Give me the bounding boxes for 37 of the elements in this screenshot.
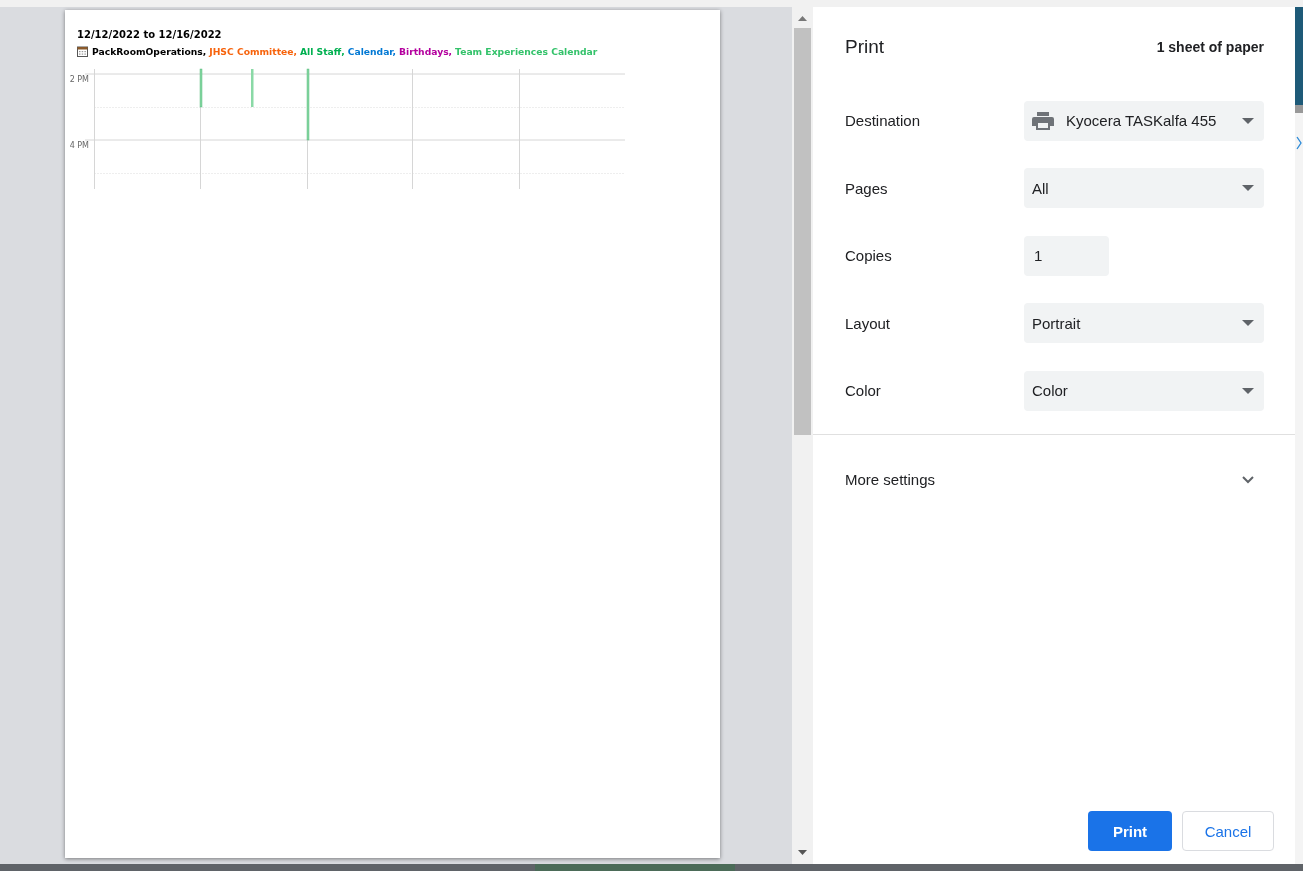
calendar-name: All Staff,	[300, 46, 345, 57]
time-label: 2 PM	[69, 75, 89, 84]
select-field[interactable]: All	[1024, 168, 1264, 209]
setting-label: Copies	[845, 247, 893, 265]
cancel-button[interactable]: Cancel	[1182, 811, 1274, 851]
caret-icon	[1242, 185, 1254, 192]
caret-icon	[1242, 320, 1254, 327]
calendar-name: JHSC Committee,	[209, 46, 297, 57]
more-settings-toggle[interactable]: More settings	[845, 434, 1264, 525]
event-bar	[199, 68, 203, 108]
scrollbar-thumb[interactable]	[794, 28, 811, 435]
calendar-icon	[77, 46, 88, 57]
setting-label: Layout	[845, 314, 892, 332]
calendar-name: Calendar,	[347, 46, 397, 57]
select-field[interactable]: Color	[1024, 370, 1264, 411]
input-field[interactable]: 1	[1024, 235, 1109, 276]
caret-icon	[1242, 117, 1254, 124]
select-field[interactable]: Kyocera TASKalfa 455	[1024, 100, 1264, 141]
select-field[interactable]: Portrait	[1024, 303, 1264, 344]
setting-label: Destination	[845, 112, 922, 130]
print-button[interactable]: Print	[1088, 811, 1172, 851]
caret-icon	[1242, 387, 1254, 394]
scroll-down-arrow-icon[interactable]	[798, 850, 807, 855]
event-bar	[251, 69, 254, 107]
calendar-name: PackRoomOperations,	[92, 46, 207, 57]
time-label: 4 PM	[69, 141, 89, 150]
sheet-count: 1 sheet of paper	[1156, 39, 1264, 55]
chevron-icon	[1242, 475, 1254, 484]
scrollbar[interactable]	[792, 7, 813, 864]
setting-label: Color	[845, 382, 882, 400]
chevron-icon[interactable]	[1296, 136, 1302, 150]
calendar-name: Team Experiences Calendar	[455, 46, 598, 57]
setting-label: Pages	[845, 179, 889, 197]
date-range: 12/12/2022 to 12/16/2022	[77, 29, 223, 41]
dialog-title: Print	[845, 36, 885, 58]
calendar-name: Birthdays,	[399, 46, 453, 57]
scroll-up-arrow-icon[interactable]	[798, 16, 807, 21]
